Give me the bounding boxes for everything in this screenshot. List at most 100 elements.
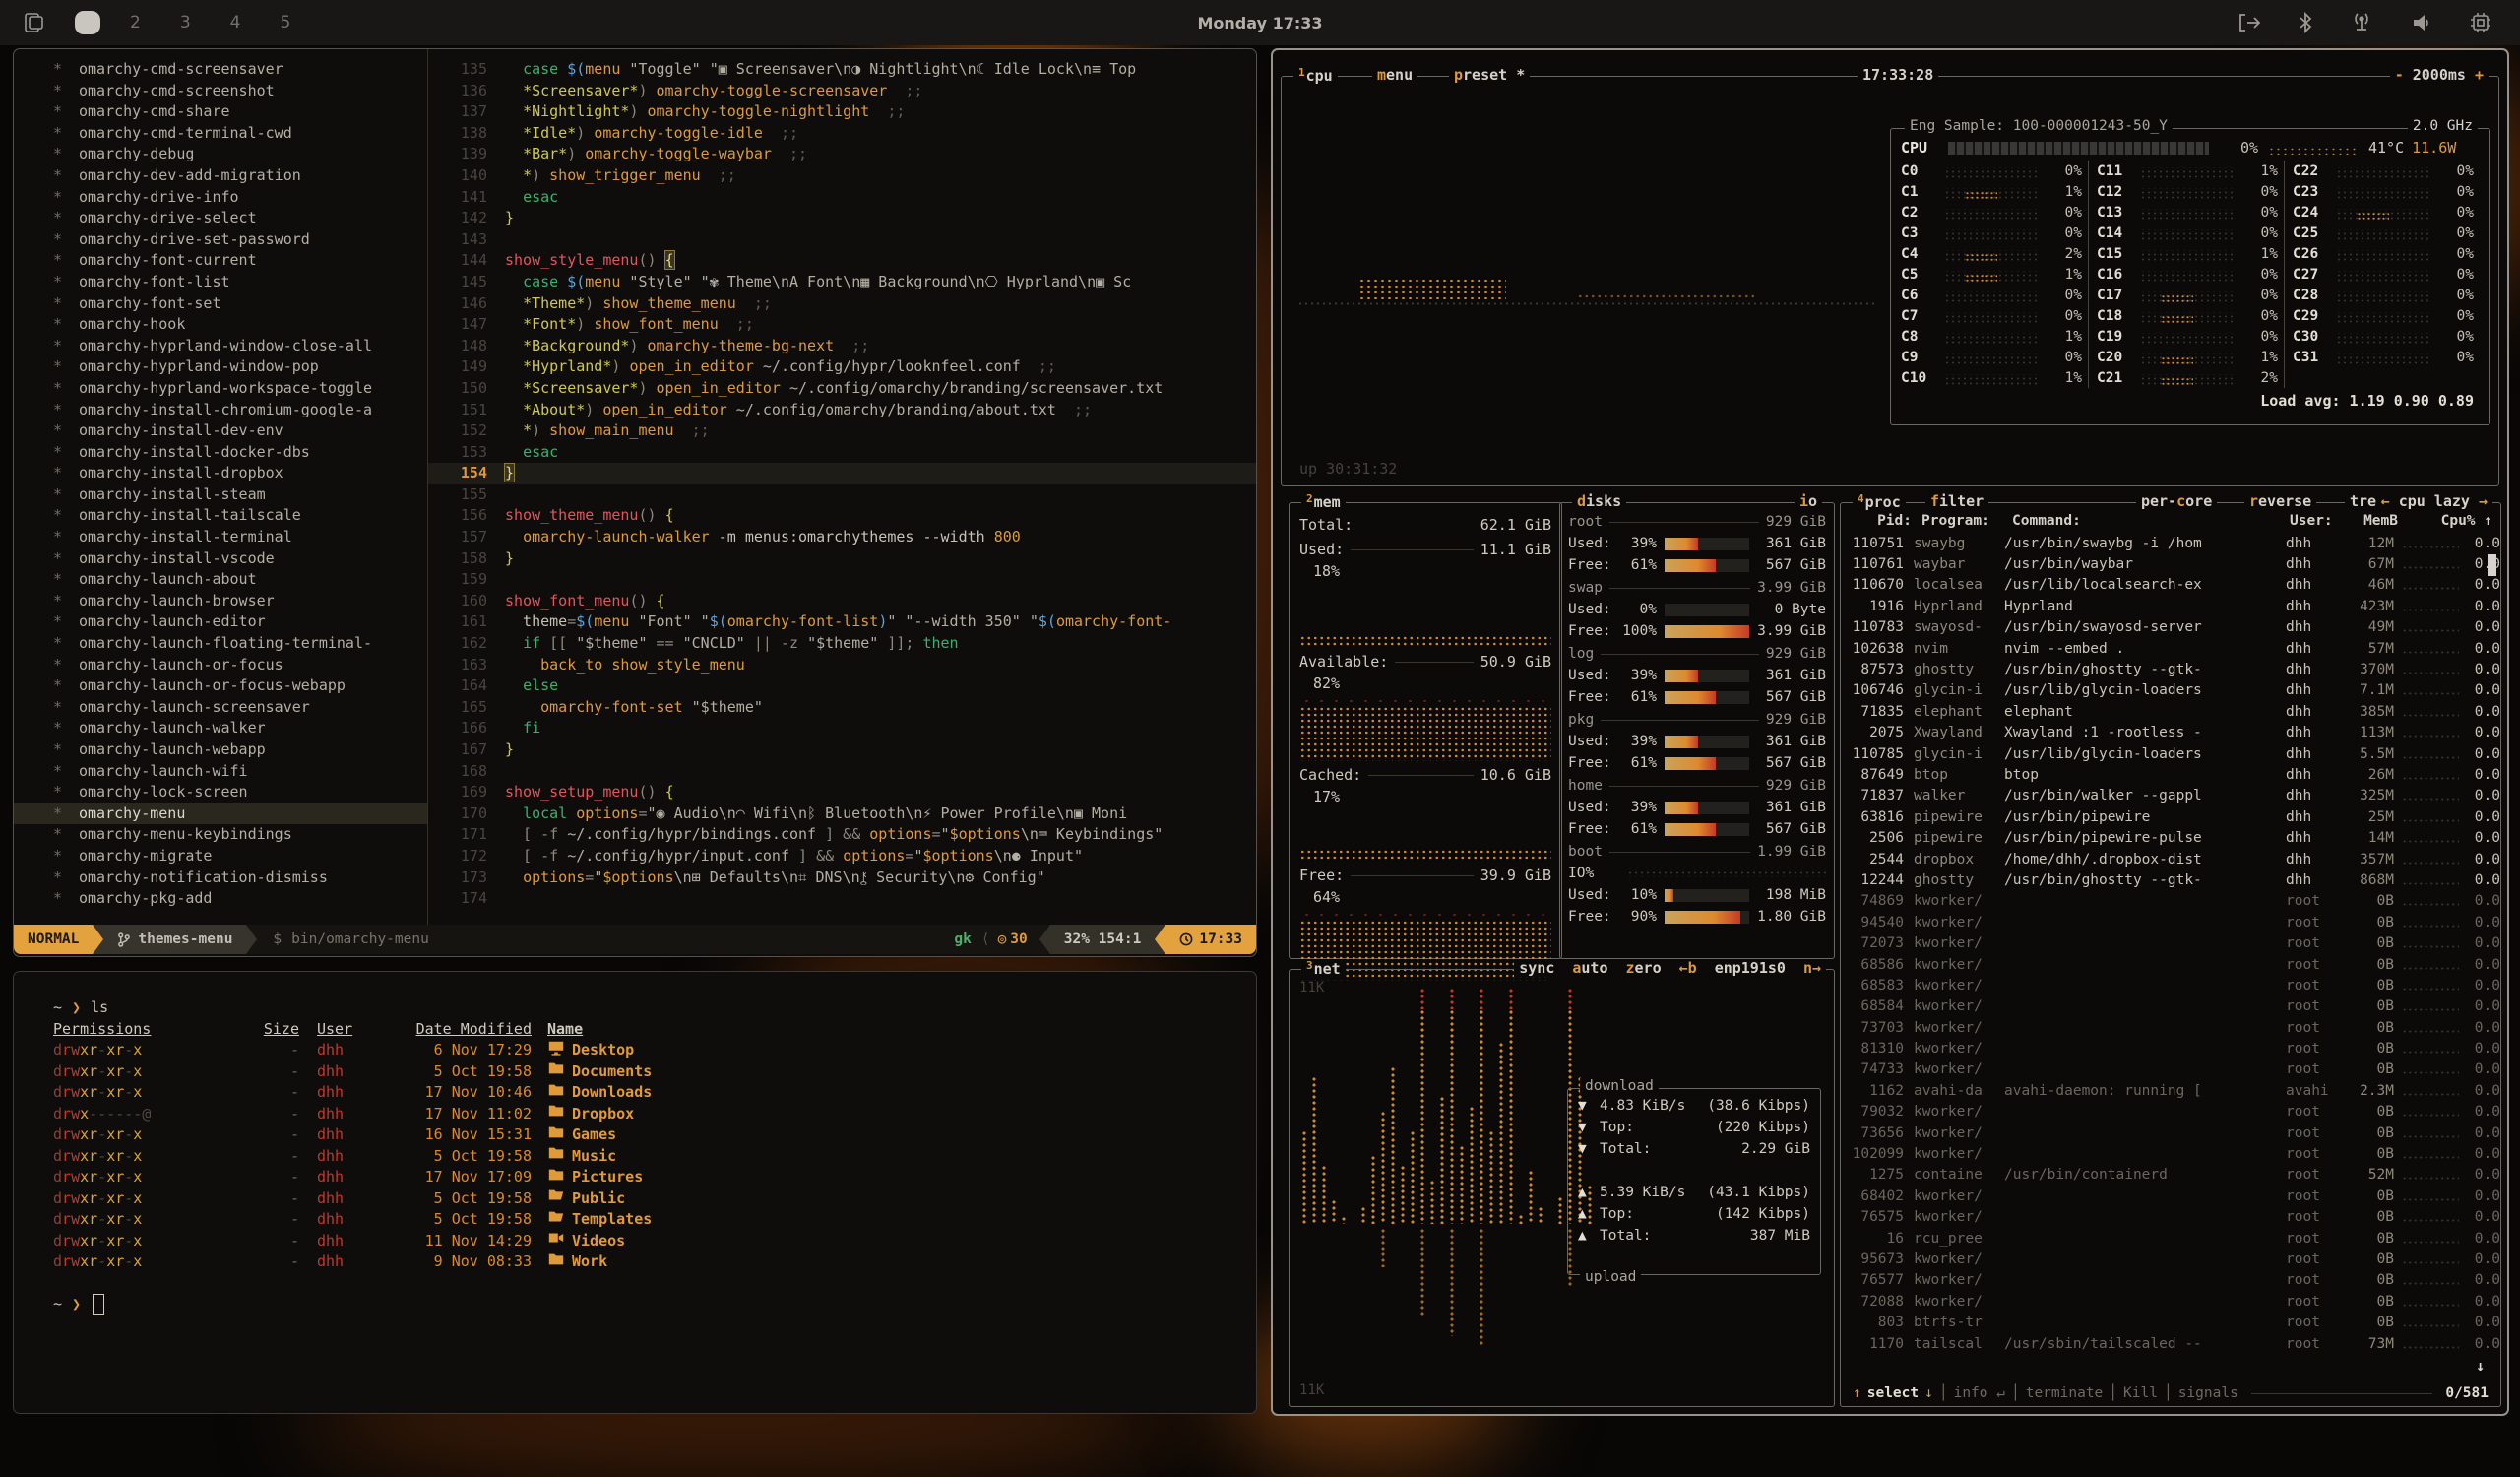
process-row[interactable]: 2506pipewire/usr/bin/pipewire-pulsedhh14… [1841,827,2500,848]
process-row[interactable]: 73703kworker/root0B0.0 [1841,1017,2500,1038]
kill-key[interactable]: Kill [2123,1385,2158,1401]
file-item[interactable]: *omarchy-hyprland-window-pop [14,356,427,378]
process-row[interactable]: 87649btopbtopdhh26M0.0 [1841,764,2500,785]
filter-button[interactable]: filter [1925,492,1988,510]
per-core-button[interactable]: per-core [2136,492,2217,510]
process-row[interactable]: 71835elephantelephantdhh385M0.0 [1841,701,2500,722]
process-row[interactable]: 16rcu_preeroot0B0.0 [1841,1228,2500,1249]
volume-icon[interactable] [2410,11,2433,34]
signals-key[interactable]: signals [2178,1385,2238,1401]
process-row[interactable]: 110670localsea/usr/lib/localsearch-exdhh… [1841,575,2500,596]
process-row[interactable]: 72073kworker/root0B0.0 [1841,932,2500,953]
file-item[interactable]: *omarchy-cmd-screenshot [14,81,427,102]
cpu-chip-icon[interactable] [2469,11,2492,34]
file-item[interactable]: *omarchy-drive-set-password [14,229,427,251]
file-item[interactable]: *omarchy-menu-keybindings [14,824,427,846]
file-item[interactable]: *omarchy-install-tailscale [14,505,427,527]
file-item[interactable]: *omarchy-hyprland-window-close-all [14,336,427,357]
file-item[interactable]: *omarchy-install-steam [14,484,427,506]
process-row[interactable]: 106746glycin-i/usr/lib/glycin-loadersdhh… [1841,680,2500,701]
process-row[interactable]: 110785glycin-i/usr/lib/glycin-loadersdhh… [1841,743,2500,764]
process-row[interactable]: 110751swaybg/usr/bin/swaybg -i /homdhh12… [1841,533,2500,553]
file-item[interactable]: *omarchy-install-terminal [14,527,427,548]
menu-button[interactable]: menu [1372,66,1418,84]
process-row[interactable]: 94540kworker/root0B0.0 [1841,912,2500,932]
file-item[interactable]: *omarchy-install-dev-env [14,420,427,442]
file-item[interactable]: *omarchy-launch-wifi [14,761,427,783]
process-row[interactable]: 110783swayosd-/usr/bin/swayosd-serverdhh… [1841,617,2500,638]
cpu-box-title[interactable]: 1cpu [1293,66,1338,85]
file-item[interactable]: *omarchy-pkg-add [14,888,427,910]
proc-scrollbar[interactable] [2488,554,2496,576]
file-item[interactable]: *omarchy-cmd-terminal-cwd [14,123,427,145]
file-item[interactable]: *omarchy-launch-or-focus-webapp [14,675,427,697]
net-box-title[interactable]: 3net [1301,959,1346,978]
process-row[interactable]: 72088kworker/root0B0.0 [1841,1291,2500,1312]
file-list[interactable]: *omarchy-cmd-screensaver*omarchy-cmd-scr… [14,49,428,925]
info-key[interactable]: info ↵ [1954,1385,2005,1401]
process-row[interactable]: 1275containe/usr/bin/containerdroot52M0.… [1841,1165,2500,1186]
process-row[interactable]: 76575kworker/root0B0.0 [1841,1207,2500,1228]
process-row[interactable]: 68583kworker/root0B0.0 [1841,975,2500,995]
select-down-key[interactable]: ↓ [1924,1385,1933,1401]
process-row[interactable]: 81310kworker/root0B0.0 [1841,1038,2500,1059]
file-item[interactable]: *omarchy-launch-or-focus [14,655,427,676]
file-item[interactable]: *omarchy-font-set [14,293,427,315]
file-item[interactable]: *omarchy-launch-about [14,569,427,591]
process-row[interactable]: 803btrfs-trroot0B0.0 [1841,1312,2500,1332]
process-row[interactable]: 102638nvimnvim --embed .dhh57M0.0 [1841,638,2500,659]
git-branch-segment[interactable]: themes-menu [103,925,246,954]
process-row[interactable]: 79032kworker/root0B0.0 [1841,1102,2500,1123]
process-row[interactable]: 76577kworker/root0B0.0 [1841,1270,2500,1291]
process-row[interactable]: 71837walker/usr/bin/walker --gappldhh325… [1841,786,2500,806]
process-row[interactable]: 102099kworker/root0B0.0 [1841,1143,2500,1164]
file-item[interactable]: *omarchy-dev-add-migration [14,165,427,187]
file-item[interactable]: *omarchy-cmd-share [14,101,427,123]
file-item[interactable]: *omarchy-font-current [14,250,427,272]
file-item[interactable]: *omarchy-cmd-screensaver [14,59,427,81]
process-row[interactable]: 1916HyprlandHyprlanddhh423M0.0 [1841,596,2500,616]
preset-button[interactable]: preset * [1449,66,1530,84]
file-item[interactable]: *omarchy-launch-walker [14,718,427,739]
bluetooth-icon[interactable] [2298,11,2313,34]
process-row[interactable]: 68584kworker/root0B0.0 [1841,996,2500,1017]
file-item[interactable]: *omarchy-menu [14,803,427,825]
select-up-key[interactable]: ↑ [1853,1385,1861,1401]
terminate-key[interactable]: terminate [2026,1385,2104,1401]
prompt-line[interactable]: ~❯ [53,1294,1256,1316]
process-row[interactable]: 2075XwaylandXwayland :1 -rootless -dhh11… [1841,723,2500,743]
process-row[interactable]: 68402kworker/root0B0.0 [1841,1186,2500,1206]
network-icon[interactable] [2349,11,2374,34]
process-row[interactable]: 87573ghostty/usr/bin/ghostty --gtk-dhh37… [1841,659,2500,679]
file-item[interactable]: *omarchy-install-vscode [14,548,427,570]
process-row[interactable]: 110761waybar/usr/bin/waybardhh67M0.0 [1841,553,2500,574]
process-row[interactable]: 12244ghostty/usr/bin/ghostty --gtk-dhh86… [1841,869,2500,890]
scroll-down-icon[interactable]: ↓ [2476,1357,2485,1375]
terminal-window[interactable]: ~❯ls PermissionsSizeUserDate ModifiedNam… [13,971,1257,1414]
reverse-button[interactable]: reverse [2244,492,2316,510]
file-item[interactable]: *omarchy-debug [14,144,427,165]
proc-box-title[interactable]: 4proc [1853,492,1906,511]
process-row[interactable]: 73656kworker/root0B0.0 [1841,1123,2500,1143]
file-item[interactable]: *omarchy-install-dropbox [14,463,427,484]
update-interval-control[interactable]: - 2000ms + [2390,66,2488,84]
process-row[interactable]: 63816pipewire/usr/bin/pipewiredhh25M0.0 [1841,806,2500,827]
file-item[interactable]: *omarchy-notification-dismiss [14,867,427,889]
file-item[interactable]: *omarchy-hyprland-workspace-toggle [14,378,427,400]
sort-column-control[interactable]: ← cpu lazy → [2376,492,2492,510]
process-row[interactable]: 1170tailscal/usr/sbin/tailscaled --root7… [1841,1333,2500,1354]
file-item[interactable]: *omarchy-launch-editor [14,611,427,633]
memory-box-title[interactable]: 2mem [1301,492,1346,511]
btop-window[interactable]: 1cpu menu preset * 17:33:28 - 2000ms + u… [1271,48,2509,1416]
process-row[interactable]: 74733kworker/root0B0.0 [1841,1060,2500,1080]
io-mode-button[interactable]: io [1795,492,1822,510]
file-item[interactable]: *omarchy-drive-info [14,187,427,209]
file-item[interactable]: *omarchy-migrate [14,846,427,867]
file-item[interactable]: *omarchy-font-list [14,272,427,293]
logout-icon[interactable] [2236,12,2262,33]
process-row[interactable]: 68586kworker/root0B0.0 [1841,954,2500,975]
net-controls[interactable]: syncautozero←benp191s0n→ [1514,959,1826,977]
file-item[interactable]: *omarchy-lock-screen [14,782,427,803]
process-row[interactable]: 1162avahi-daavahi-daemon: running [avahi… [1841,1080,2500,1101]
file-item[interactable]: *omarchy-launch-screensaver [14,697,427,719]
